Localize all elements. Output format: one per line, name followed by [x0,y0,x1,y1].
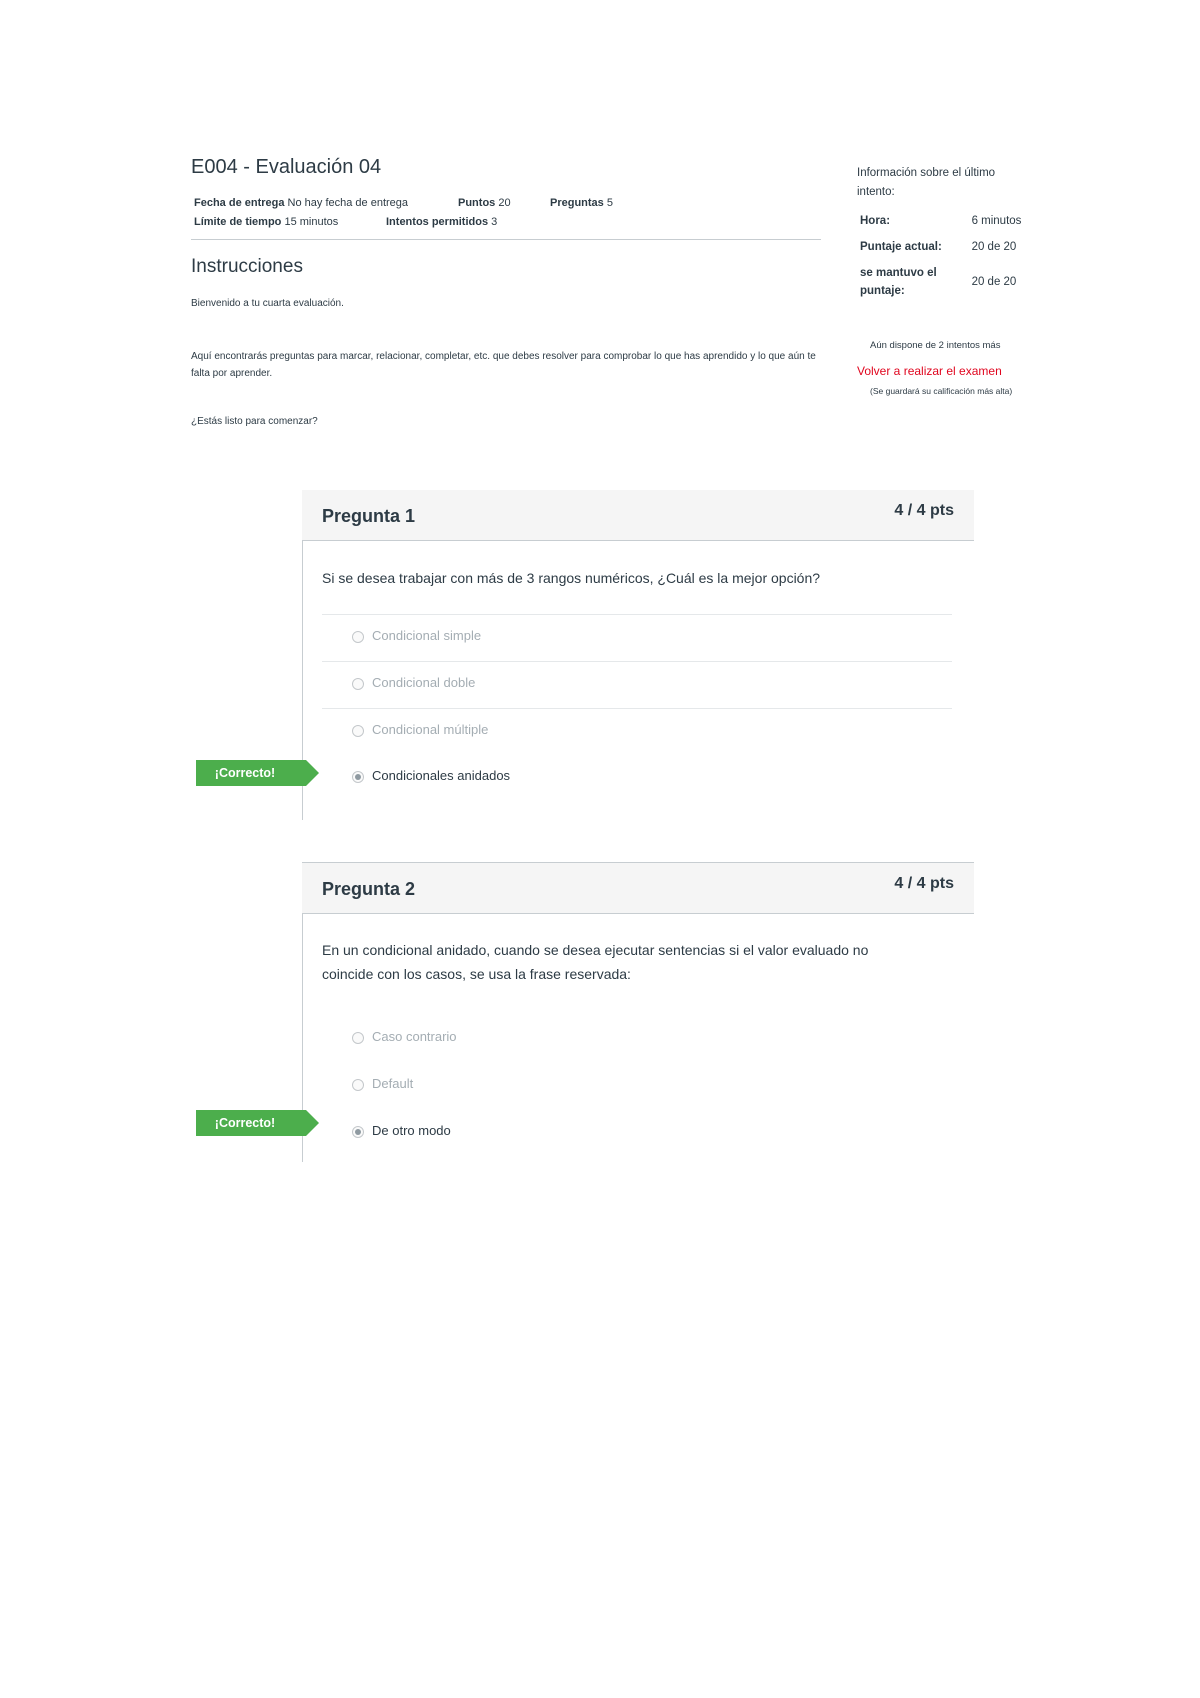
radio-icon[interactable] [352,678,364,690]
radio-icon[interactable] [352,725,364,737]
instructions-welcome: Bienvenido a tu cuarta evaluación. [191,298,344,309]
points-value: 20 [498,197,511,209]
instructions-ready: ¿Estás listo para comenzar? [191,416,318,427]
time-limit-label: Límite de tiempo [194,216,282,228]
kept-value: 20 de 20 [971,276,1017,288]
radio-icon[interactable] [352,631,364,643]
question-2-correct-flag: ¡Correcto! [196,1110,319,1136]
time-limit-value: 15 minutos [284,216,339,228]
instructions-heading: Instrucciones [191,256,303,277]
score-row: Puntaje actual: 20 de 20 [860,234,1030,260]
attempts-left: Aún dispone de 2 intentos más [870,340,1001,351]
question-1-answer-2[interactable]: Condicional doble [322,661,952,708]
question-2-points: 4 / 4 pts [894,875,954,892]
radio-selected-icon[interactable] [352,771,364,783]
question-2-text: En un condicional anidado, cuando se des… [322,942,869,982]
question-2-header: Pregunta 2 4 / 4 pts [302,862,974,914]
retake-quiz-link[interactable]: Volver a realizar el examen [857,364,1002,378]
question-2-answer-3[interactable]: De otro modo [322,1110,952,1156]
time-label: Hora: [860,215,891,227]
radio-icon[interactable] [352,1079,364,1091]
attempts-value: 3 [491,216,498,228]
kept-label: se mantuvo el puntaje: [860,267,937,297]
answer-label: Condicional doble [372,675,476,690]
score-value: 20 de 20 [971,241,1017,253]
due-date-label: Fecha de entrega [194,197,285,209]
answer-label: De otro modo [372,1123,451,1138]
quiz-title: E004 - Evaluación 04 [191,156,382,178]
question-1-correct-flag: ¡Correcto! [196,760,319,786]
time-value: 6 minutos [971,215,1022,227]
question-1-points: 4 / 4 pts [894,502,954,519]
points-info: Puntos 20 [458,197,511,209]
question-1-answer-4[interactable]: Condicionales anidados [322,755,952,801]
question-1-header: Pregunta 1 4 / 4 pts [302,490,974,541]
instructions-body: Aquí encontrarás preguntas para marcar, … [191,351,816,379]
question-2-answer-1[interactable]: Caso contrario [322,1016,952,1062]
radio-icon[interactable] [352,1032,364,1044]
last-attempt-table: Hora: 6 minutos Puntaje actual: 20 de 20… [860,208,1030,304]
header-divider [191,239,821,240]
kept-row: se mantuvo el puntaje: 20 de 20 [860,260,1030,304]
last-attempt-heading: Información sobre el último intento: [857,167,996,198]
answer-label: Default [372,1076,414,1091]
answer-label: Condicional múltiple [372,722,489,737]
question-1-text: Si se desea trabajar con más de 3 rangos… [322,570,821,586]
score-label: Puntaje actual: [860,241,942,253]
questions-value: 5 [606,197,613,209]
attempts-info: Intentos permitidos 3 [386,216,497,228]
due-date-value: No hay fecha de entrega [287,197,409,209]
answer-label: Condicionales anidados [372,768,511,783]
due-date: Fecha de entrega No hay fecha de entrega [194,197,408,209]
question-2-answer-2[interactable]: Default [322,1063,952,1109]
questions-label: Preguntas [550,197,604,209]
question-1-answer-3[interactable]: Condicional múltiple [322,708,952,755]
question-1-title: Pregunta 1 [322,506,416,526]
answer-label: Caso contrario [372,1029,457,1044]
points-label: Puntos [458,197,496,209]
questions-info: Preguntas 5 [550,197,613,209]
time-limit-info: Límite de tiempo 15 minutos [194,216,338,228]
question-2-title: Pregunta 2 [322,879,416,899]
retake-note: (Se guardará su calificación más alta) [870,386,1013,396]
attempts-label: Intentos permitidos [386,216,489,228]
question-1-answer-1[interactable]: Condicional simple [322,614,952,661]
time-row: Hora: 6 minutos [860,208,1030,234]
answer-label: Condicional simple [372,628,482,643]
radio-selected-icon[interactable] [352,1126,364,1138]
